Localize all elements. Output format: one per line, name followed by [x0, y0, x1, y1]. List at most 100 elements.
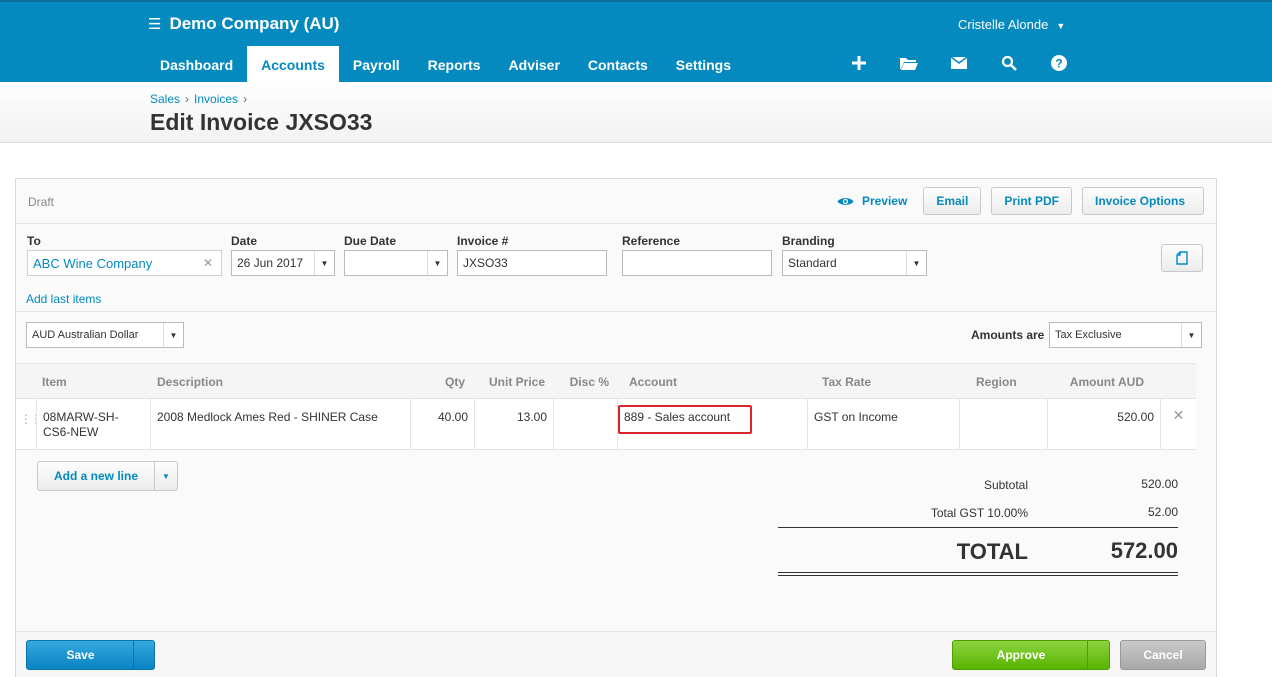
nav-adviser[interactable]: Adviser [495, 46, 574, 84]
add-line-button[interactable]: Add a new line [38, 462, 156, 490]
nav-reports[interactable]: Reports [414, 46, 495, 84]
nav-accounts[interactable]: Accounts [247, 46, 339, 84]
col-qty: Qty [444, 375, 465, 389]
amounts-are-select[interactable]: Tax Exclusive ▼ [1049, 322, 1202, 348]
date-input[interactable]: 26 Jun 2017 ▼ [231, 250, 335, 276]
subtotal-value: 520.00 [1141, 477, 1178, 491]
branding-label: Branding [782, 234, 835, 248]
save-label: Save [66, 648, 95, 662]
currency-value: AUD Australian Dollar [32, 329, 139, 341]
main-nav: Dashboard Accounts Payroll Reports Advis… [146, 46, 745, 84]
nav-settings[interactable]: Settings [662, 46, 745, 84]
contact-value: ABC Wine Company [33, 255, 153, 271]
svg-text:?: ? [1055, 57, 1062, 71]
dropdown-arrow-icon[interactable]: ▼ [163, 323, 183, 347]
date-label: Date [231, 234, 258, 248]
org-name: Demo Company (AU) [169, 14, 340, 33]
top-bar: ☰ Demo Company (AU) Cristelle Alonde ▼ Da… [0, 0, 1272, 84]
add-line-split-button: Add a new line ▼ [37, 461, 179, 491]
col-tax-rate: Tax Rate [822, 375, 872, 389]
nav-contacts[interactable]: Contacts [574, 46, 662, 84]
page-title: Edit Invoice JXSO33 [150, 109, 373, 135]
copy-button[interactable] [1161, 244, 1203, 272]
cell-region[interactable] [959, 399, 1047, 450]
delete-row-icon[interactable]: ✕ [1160, 399, 1196, 450]
save-split-divider [133, 641, 134, 669]
dropdown-arrow-icon[interactable]: ▼ [906, 251, 926, 275]
invoice-number-value: JXSO33 [463, 256, 508, 270]
breadcrumb-invoices[interactable]: Invoices [194, 92, 238, 106]
cell-tax-rate[interactable]: GST on Income [807, 399, 959, 450]
preview-button[interactable]: Preview [837, 194, 913, 208]
total-label: TOTAL [956, 539, 1028, 564]
divider [16, 311, 1216, 312]
print-pdf-button[interactable]: Print PDF [991, 187, 1072, 215]
approve-button[interactable]: Approve [952, 640, 1110, 670]
approve-split-divider [1087, 641, 1088, 669]
date-value: 26 Jun 2017 [237, 256, 304, 270]
plus-icon[interactable] [848, 52, 870, 74]
totals-double-line-top [778, 572, 1178, 573]
cell-description[interactable]: 2008 Medlock Ames Red - SHINER Case [150, 399, 410, 450]
breadcrumb-sep: › [243, 92, 248, 106]
cancel-button[interactable]: Cancel [1120, 640, 1206, 670]
invoice-options-button[interactable]: Invoice Options [1082, 187, 1204, 215]
envelope-icon[interactable] [948, 52, 970, 74]
gst-value: 52.00 [1147, 505, 1178, 519]
help-icon[interactable]: ? [1048, 52, 1070, 74]
col-disc: Disc % [569, 375, 609, 389]
cell-item[interactable]: 08MARW-SH-CS6-NEW [36, 399, 150, 450]
cell-unit-price[interactable]: 13.00 [474, 399, 553, 450]
org-switcher[interactable]: ☰ Demo Company (AU) [148, 14, 339, 34]
email-button[interactable]: Email [923, 187, 982, 215]
dropdown-arrow-icon[interactable]: ▼ [1181, 323, 1201, 347]
reference-input[interactable] [622, 250, 772, 276]
dropdown-arrow-icon[interactable]: ▼ [427, 251, 447, 275]
branding-value: Standard [788, 256, 837, 270]
cell-qty[interactable]: 40.00 [410, 399, 474, 450]
total-value: 572.00 [1110, 538, 1178, 563]
currency-select[interactable]: AUD Australian Dollar ▼ [26, 322, 184, 348]
cell-disc[interactable] [553, 399, 617, 450]
amounts-are-label: Amounts are [971, 328, 1045, 342]
preview-label: Preview [861, 194, 908, 208]
nav-payroll[interactable]: Payroll [339, 46, 414, 84]
subtotal-label: Subtotal [983, 478, 1028, 492]
col-unit-price: Unit Price [488, 375, 545, 389]
line-items-header: Item Description Qty Unit Price Disc % A… [16, 363, 1196, 399]
col-amount: Amount AUD [1069, 375, 1144, 389]
reference-label: Reference [622, 234, 681, 248]
invoice-number-input[interactable]: JXSO33 [457, 250, 607, 276]
user-menu[interactable]: Cristelle Alonde ▼ [958, 17, 1065, 32]
col-account: Account [629, 375, 677, 389]
top-actions: Preview Email Print PDF Invoice Options [837, 187, 1204, 215]
breadcrumb: Sales › Invoices › [150, 92, 252, 106]
amounts-are-value: Tax Exclusive [1055, 329, 1122, 341]
footer-bar: Save Approve Cancel [16, 631, 1216, 677]
to-label: To [27, 234, 41, 248]
add-last-items-link[interactable]: Add last items [26, 292, 101, 306]
chevron-down-icon[interactable]: ▼ [155, 462, 177, 490]
status-label: Draft [28, 195, 55, 209]
dropdown-arrow-icon[interactable]: ▼ [314, 251, 334, 275]
gst-label: Total GST 10.00% [930, 506, 1028, 520]
due-date-input[interactable]: ▼ [344, 250, 448, 276]
folder-open-icon[interactable] [898, 52, 920, 74]
contact-input[interactable]: ABC Wine Company ✕ [27, 250, 222, 276]
invoice-number-label: Invoice # [457, 234, 509, 248]
search-icon[interactable] [998, 52, 1020, 74]
menu-list-icon: ☰ [148, 16, 162, 33]
caret-down-icon: ▼ [1056, 21, 1066, 31]
breadcrumb-sales[interactable]: Sales [150, 92, 180, 106]
cell-amount[interactable]: 520.00 [1047, 399, 1160, 450]
save-button[interactable]: Save [26, 640, 155, 670]
divider [16, 223, 1216, 224]
invoice-card: Draft Preview Email Print PDF Invoice Op… [15, 178, 1217, 677]
col-region: Region [976, 375, 1017, 389]
user-name: Cristelle Alonde [958, 17, 1049, 32]
nav-icons: ? [848, 52, 1070, 74]
breadcrumb-sep: › [185, 92, 190, 106]
nav-dashboard[interactable]: Dashboard [146, 46, 247, 84]
branding-select[interactable]: Standard ▼ [782, 250, 927, 276]
clear-icon[interactable]: ✕ [203, 256, 213, 270]
